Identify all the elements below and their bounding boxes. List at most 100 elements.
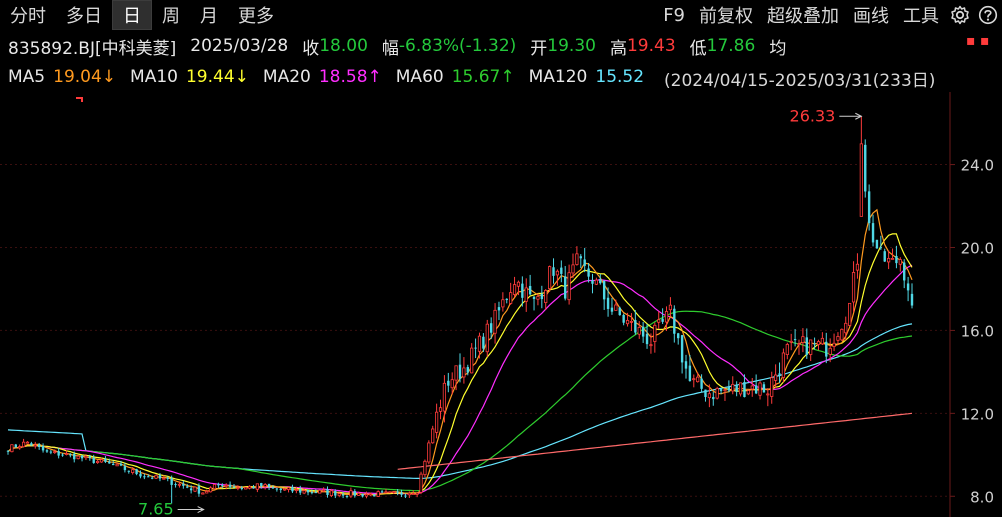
draw-line-button[interactable]: 画线 (846, 0, 896, 30)
candle-body (750, 385, 754, 390)
ma20-value: 18.58↑ (318, 67, 382, 87)
marker-tick (76, 97, 83, 102)
candle-body (127, 470, 130, 472)
candle-body (516, 281, 521, 287)
candle-body (450, 379, 454, 389)
candle-body (738, 382, 743, 395)
ma120-value: 15.52 (595, 67, 645, 87)
candle-body (396, 491, 399, 493)
candle-body (622, 314, 625, 323)
chart-annotations: 26.33 7.65 (76, 97, 863, 517)
candle-body (247, 486, 252, 489)
candle-body (637, 327, 641, 335)
top-toolbar: 分时 多日 日 周 月 更多 F9 前复权 超级叠加 画线 工具 (0, 0, 1002, 30)
candle-body (318, 489, 322, 494)
candle-body (785, 344, 789, 355)
candle-body (505, 298, 508, 301)
tab-daily[interactable]: 日 (112, 0, 152, 30)
candle-body (548, 266, 552, 289)
candle-body (150, 477, 154, 479)
candle-body (778, 373, 781, 375)
candle-body (252, 487, 255, 489)
tab-weekly[interactable]: 周 (152, 0, 190, 30)
candle-body (217, 484, 220, 486)
candle-body (743, 381, 746, 398)
candle-body (719, 389, 723, 391)
candle-body (477, 335, 482, 352)
candle-body (890, 257, 895, 260)
candle-body (30, 443, 33, 446)
candle-body (166, 477, 169, 479)
candle-body (88, 456, 92, 458)
candle-body (423, 460, 427, 476)
candle-body (664, 311, 669, 323)
candle-body (735, 384, 738, 392)
open-label: 开 (530, 38, 548, 59)
candle-body (462, 367, 466, 378)
candle-body (221, 484, 224, 486)
candle-body (700, 378, 703, 389)
candle-body (201, 492, 205, 495)
candle-body (353, 491, 356, 496)
dots-menu-icon[interactable]: ▪ ▪ (966, 33, 989, 49)
high-label: 高 (609, 38, 627, 59)
candle-body (540, 294, 544, 300)
tab-more[interactable]: 更多 (228, 0, 284, 30)
candle-body (337, 493, 341, 496)
candle-body (57, 451, 60, 456)
candlestick-series (6, 116, 914, 504)
candle-body (224, 484, 228, 487)
candle-body (828, 347, 832, 355)
candle-body (99, 459, 104, 463)
candle-body (610, 307, 614, 312)
tab-monthly[interactable]: 月 (190, 0, 228, 30)
candle-body (279, 488, 282, 491)
adjust-forward-button[interactable]: 前复权 (692, 0, 760, 30)
candle-body (684, 361, 688, 369)
candle-body (591, 280, 594, 284)
candle-body (139, 473, 142, 477)
ma5-value: 19.04↓ (53, 67, 117, 87)
candle-body (552, 267, 555, 276)
candle-body (657, 319, 661, 323)
candle-body (625, 320, 630, 325)
candle-body (489, 323, 493, 333)
candle-body (887, 257, 891, 263)
f9-button[interactable]: F9 (656, 0, 692, 30)
candle-body (53, 451, 57, 453)
candle-body (61, 454, 64, 456)
tab-multi-day[interactable]: 多日 (56, 0, 112, 30)
candle-body (411, 493, 415, 495)
candle-body (715, 388, 719, 399)
gear-icon[interactable] (946, 0, 974, 30)
candle-body (544, 289, 548, 304)
candle-body (875, 239, 879, 249)
candle-body (427, 442, 431, 463)
kline-chart[interactable]: 26.33 7.65 24.0 20.0 16.0 12.0 8.0 (0, 92, 1002, 517)
help-icon[interactable] (974, 0, 1002, 30)
low-label: 低 (689, 38, 707, 59)
candle-body (855, 263, 860, 271)
candle-body (493, 309, 497, 334)
candle-body (232, 486, 236, 488)
ma60-label: MA60 (395, 67, 444, 87)
tab-intraday[interactable]: 分时 (0, 0, 56, 30)
candle-body (299, 489, 302, 493)
candle-body (883, 251, 886, 262)
candle-body (329, 490, 334, 496)
candle-body (209, 487, 213, 493)
candle-body (147, 476, 150, 478)
candle-body (801, 336, 805, 343)
ma10-value: 19.44↓ (185, 67, 249, 87)
candle-body (228, 484, 232, 487)
candle-body (419, 473, 423, 493)
candle-body (571, 264, 575, 274)
candle-body (260, 483, 263, 487)
candle-body (793, 339, 797, 341)
quote-bar: 835892.BJ[中科美菱] 2025/03/28 收 18.00 幅 -6.… (0, 31, 1002, 61)
candle-body (851, 272, 856, 303)
candle-body (629, 320, 634, 323)
candle-body (816, 341, 821, 345)
super-overlay-button[interactable]: 超级叠加 (760, 0, 846, 30)
tools-button[interactable]: 工具 (896, 0, 946, 30)
